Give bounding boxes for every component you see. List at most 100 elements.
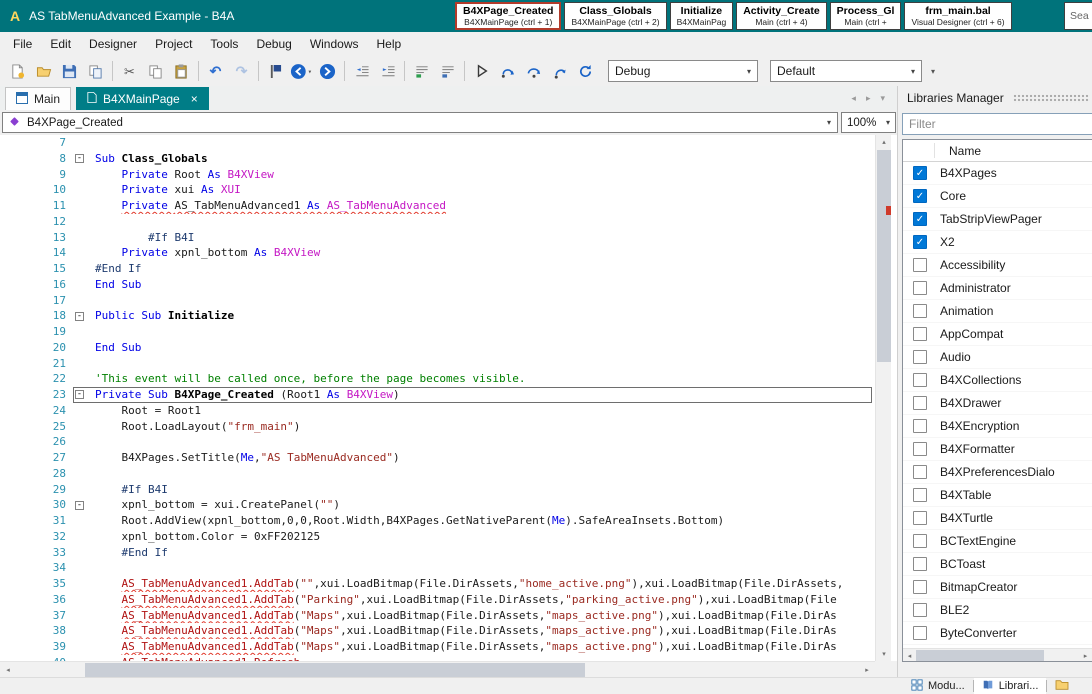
step-into-icon[interactable] [495, 59, 520, 83]
quick-search-box[interactable]: Sea [1064, 2, 1092, 30]
code-line[interactable]: 14 Private xpnl_bottom As B4XView [0, 245, 875, 261]
library-row[interactable]: B4XEncryption [903, 415, 1092, 438]
scroll-right-icon[interactable]: ▸ [1079, 649, 1092, 662]
scroll-tabs-right-icon[interactable]: ▸ [866, 93, 871, 104]
code-line[interactable]: 33 #End If [0, 545, 875, 561]
code-line[interactable]: 11 Private AS_TabMenuAdvanced1 As AS_Tab… [0, 198, 875, 214]
library-checkbox[interactable]: ✓ [913, 166, 927, 180]
library-checkbox[interactable] [913, 327, 927, 341]
tab-main[interactable]: Main [5, 87, 71, 110]
code-line[interactable]: 24 Root = Root1 [0, 403, 875, 419]
code-line[interactable]: 36 AS_TabMenuAdvanced1.AddTab("Parking",… [0, 592, 875, 608]
code-line[interactable]: 35 AS_TabMenuAdvanced1.AddTab("",xui.Loa… [0, 576, 875, 592]
restart-icon[interactable] [573, 59, 598, 83]
library-row[interactable]: BCToast [903, 553, 1092, 576]
quick-tab-activity_create[interactable]: Activity_CreateMain (ctrl + 4) [736, 2, 826, 30]
code-line[interactable]: 13 #If B4I [0, 230, 875, 246]
scroll-left-icon[interactable]: ◂ [903, 649, 916, 662]
code-line[interactable]: 29 #If B4I [0, 482, 875, 498]
code-line[interactable]: 31 Root.AddView(xpnl_bottom,0,0,Root.Wid… [0, 513, 875, 529]
library-row[interactable]: B4XTurtle [903, 507, 1092, 530]
outdent-icon[interactable] [349, 59, 374, 83]
library-row[interactable]: Animation [903, 300, 1092, 323]
error-marker[interactable] [886, 206, 891, 215]
open-project-icon[interactable] [31, 59, 56, 83]
code-line[interactable]: 8-Sub Class_Globals [0, 151, 875, 167]
fold-marker[interactable]: - [72, 387, 87, 403]
menu-file[interactable]: File [4, 33, 41, 55]
build-config-dropdown[interactable]: Default ▾ [770, 60, 922, 82]
comment-icon[interactable] [409, 59, 434, 83]
library-checkbox[interactable] [913, 603, 927, 617]
sub-selector-dropdown[interactable]: B4XPage_Created ▾ [2, 112, 838, 133]
scroll-up-icon[interactable]: ▴ [876, 135, 892, 149]
library-row[interactable]: BCTextEngine [903, 530, 1092, 553]
scroll-tabs-left-icon[interactable]: ◂ [851, 93, 856, 104]
library-checkbox[interactable] [913, 465, 927, 479]
menu-designer[interactable]: Designer [80, 33, 146, 55]
library-checkbox[interactable] [913, 626, 927, 640]
library-row[interactable]: ✓B4XPages [903, 162, 1092, 185]
redo-icon[interactable]: ↷ [229, 59, 254, 83]
library-row[interactable]: Audio [903, 346, 1092, 369]
code-line[interactable]: 7 [0, 135, 875, 151]
library-row[interactable]: BitmapCreator [903, 576, 1092, 599]
code-line[interactable]: 28 [0, 466, 875, 482]
fold-marker[interactable]: - [72, 151, 87, 167]
library-row[interactable]: B4XCollections [903, 369, 1092, 392]
navigate-forward-icon[interactable] [315, 59, 340, 83]
library-row[interactable]: ✓TabStripViewPager [903, 208, 1092, 231]
tab-modules[interactable]: Modu... [903, 678, 973, 694]
scroll-down-icon[interactable]: ▾ [876, 647, 892, 661]
quick-tab-initialize[interactable]: InitializeB4XMainPag [670, 2, 734, 30]
code-line[interactable]: 9 Private Root As B4XView [0, 167, 875, 183]
library-row[interactable]: ✓Core [903, 185, 1092, 208]
undo-icon[interactable]: ↶ [203, 59, 228, 83]
library-scroll-thumb[interactable] [916, 650, 1044, 661]
editor-horizontal-scrollbar[interactable]: ◂ ▸ [0, 661, 875, 677]
code-line[interactable]: 38 AS_TabMenuAdvanced1.AddTab("Maps",xui… [0, 623, 875, 639]
menu-project[interactable]: Project [146, 33, 201, 55]
cut-icon[interactable]: ✂ [117, 59, 142, 83]
library-checkbox[interactable] [913, 488, 927, 502]
library-row[interactable]: B4XDrawer [903, 392, 1092, 415]
save-icon[interactable] [57, 59, 82, 83]
toolbar-overflow-button[interactable]: ▾ [931, 67, 935, 76]
menu-windows[interactable]: Windows [301, 33, 368, 55]
library-row[interactable]: Accessibility [903, 254, 1092, 277]
library-checkbox[interactable] [913, 373, 927, 387]
code-line[interactable]: 30- xpnl_bottom = xui.CreatePanel("") [0, 497, 875, 513]
bookmark-icon[interactable] [263, 59, 288, 83]
library-checkbox[interactable] [913, 304, 927, 318]
vertical-scroll-thumb[interactable] [877, 150, 891, 362]
panel-drag-grip[interactable] [1013, 94, 1090, 103]
code-line[interactable]: 15#End If [0, 261, 875, 277]
library-checkbox[interactable] [913, 511, 927, 525]
copy-icon[interactable] [143, 59, 168, 83]
library-checkbox[interactable] [913, 580, 927, 594]
step-over-icon[interactable] [521, 59, 546, 83]
code-editor[interactable]: 78-Sub Class_Globals9 Private Root As B4… [0, 135, 897, 661]
code-line[interactable]: 12 [0, 214, 875, 230]
indent-icon[interactable] [375, 59, 400, 83]
quick-tab-process_gl[interactable]: Process_GlMain (ctrl + [830, 2, 902, 30]
code-line[interactable]: 34 [0, 560, 875, 576]
code-line[interactable]: 16End Sub [0, 277, 875, 293]
save-all-icon[interactable] [83, 59, 108, 83]
library-horizontal-scrollbar[interactable]: ◂ ▸ [903, 648, 1092, 661]
column-header-name[interactable]: Name [903, 140, 1092, 162]
code-line[interactable]: 17 [0, 293, 875, 309]
code-line[interactable]: 27 B4XPages.SetTitle(Me,"AS TabMenuAdvan… [0, 450, 875, 466]
code-line[interactable]: 23-Private Sub B4XPage_Created (Root1 As… [0, 387, 875, 403]
navigate-back-icon[interactable] [289, 59, 314, 83]
library-row[interactable]: BLE2 [903, 599, 1092, 622]
menu-tools[interactable]: Tools [201, 33, 247, 55]
zoom-dropdown[interactable]: 100% ▾ [841, 112, 896, 133]
tab-files[interactable] [1047, 678, 1077, 694]
library-row[interactable]: B4XPreferencesDialo [903, 461, 1092, 484]
library-row[interactable]: B4XTable [903, 484, 1092, 507]
code-line[interactable]: 10 Private xui As XUI [0, 182, 875, 198]
code-line[interactable]: 39 AS_TabMenuAdvanced1.AddTab("Maps",xui… [0, 639, 875, 655]
library-checkbox[interactable]: ✓ [913, 189, 927, 203]
code-line[interactable]: 20End Sub [0, 340, 875, 356]
